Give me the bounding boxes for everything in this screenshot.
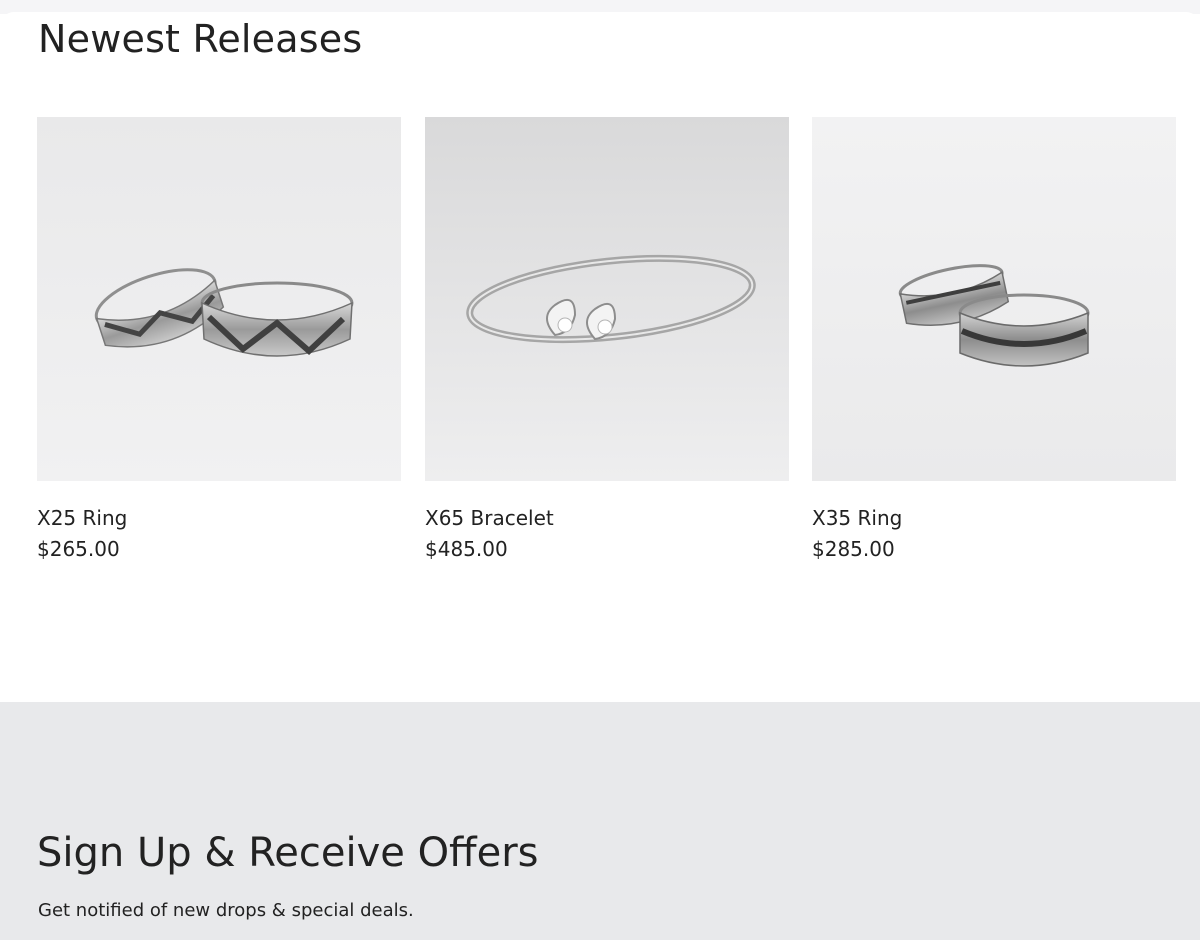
product-price: $265.00: [37, 537, 120, 561]
signup-section: Sign Up & Receive Offers Get notified of…: [0, 702, 1200, 940]
product-card-x65-bracelet[interactable]: X65 Bracelet $485.00: [425, 117, 789, 562]
section-title: Newest Releases: [38, 17, 363, 61]
signup-title: Sign Up & Receive Offers: [37, 830, 539, 876]
product-image-x35-ring[interactable]: [812, 117, 1176, 481]
signup-subtitle: Get notified of new drops & special deal…: [38, 900, 414, 921]
product-image-x65-bracelet[interactable]: [425, 117, 789, 481]
product-card-x35-ring[interactable]: X35 Ring $285.00: [812, 117, 1176, 562]
product-card-x25-ring[interactable]: X25 Ring $265.00: [37, 117, 401, 562]
product-price: $485.00: [425, 537, 508, 561]
product-image-x25-ring[interactable]: [37, 117, 401, 481]
product-name[interactable]: X65 Bracelet: [425, 505, 789, 531]
product-name[interactable]: X25 Ring: [37, 505, 401, 531]
product-name[interactable]: X35 Ring: [812, 505, 1176, 531]
product-price: $285.00: [812, 537, 895, 561]
